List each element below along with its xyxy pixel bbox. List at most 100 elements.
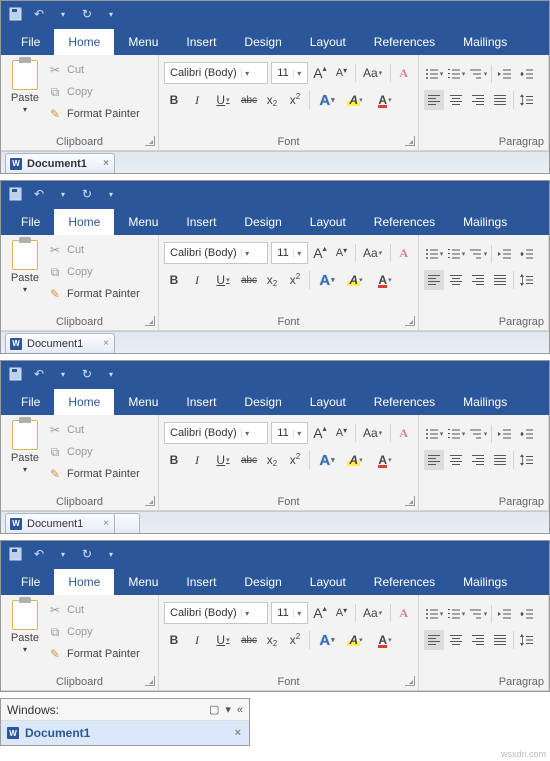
undo-dropdown-icon[interactable]: ▾ bbox=[55, 366, 71, 382]
align-left-button[interactable] bbox=[424, 630, 444, 650]
qat-customize-icon[interactable]: ▾ bbox=[103, 6, 119, 22]
copy-button[interactable]: ⧉Copy bbox=[46, 622, 142, 642]
qat-customize-icon[interactable]: ▾ bbox=[103, 366, 119, 382]
grow-font-button[interactable]: A▴ bbox=[311, 243, 330, 263]
close-icon[interactable]: × bbox=[103, 518, 109, 529]
redo-icon[interactable]: ↻ bbox=[79, 186, 95, 202]
line-spacing-button[interactable] bbox=[517, 270, 537, 290]
clear-formatting-button[interactable]: A bbox=[394, 423, 413, 443]
font-size-combo[interactable]: 11▾ bbox=[271, 602, 307, 624]
align-center-button[interactable] bbox=[446, 270, 466, 290]
clipboard-dialog-launcher[interactable] bbox=[145, 676, 155, 686]
font-name-combo[interactable]: Calibri (Body)▾ bbox=[164, 62, 268, 84]
shrink-font-button[interactable]: A▾ bbox=[332, 423, 351, 443]
font-color-button[interactable]: A▾ bbox=[372, 270, 398, 290]
windows-panel-item[interactable]: W Document1 × bbox=[1, 721, 249, 745]
strikethrough-button[interactable]: abc bbox=[239, 450, 259, 470]
subscript-button[interactable]: x2 bbox=[262, 270, 282, 290]
tab-references[interactable]: References bbox=[360, 569, 449, 595]
font-name-combo[interactable]: Calibri (Body)▾ bbox=[164, 242, 268, 264]
shrink-font-button[interactable]: A▾ bbox=[332, 603, 351, 623]
collapse-icon[interactable]: « bbox=[237, 704, 243, 716]
subscript-button[interactable]: x2 bbox=[262, 630, 282, 650]
font-dialog-launcher[interactable] bbox=[405, 496, 415, 506]
decrease-indent-button[interactable] bbox=[495, 424, 515, 444]
multilevel-list-button[interactable]: ▾ bbox=[468, 604, 488, 624]
undo-icon[interactable]: ↶ bbox=[31, 6, 47, 22]
align-right-button[interactable] bbox=[468, 270, 488, 290]
subscript-button[interactable]: x2 bbox=[262, 450, 282, 470]
align-right-button[interactable] bbox=[468, 630, 488, 650]
change-case-button[interactable]: Aa▾ bbox=[360, 603, 386, 623]
align-center-button[interactable] bbox=[446, 450, 466, 470]
numbering-button[interactable]: ▾ bbox=[446, 244, 466, 264]
tab-home[interactable]: Home bbox=[54, 389, 114, 415]
format-painter-button[interactable]: ✎Format Painter bbox=[46, 464, 142, 484]
tab-layout[interactable]: Layout bbox=[296, 569, 360, 595]
font-color-button[interactable]: A▾ bbox=[372, 450, 398, 470]
tab-insert[interactable]: Insert bbox=[172, 389, 230, 415]
font-dialog-launcher[interactable] bbox=[405, 316, 415, 326]
italic-button[interactable]: I bbox=[187, 630, 207, 650]
bold-button[interactable]: B bbox=[164, 90, 184, 110]
change-case-button[interactable]: Aa▾ bbox=[360, 423, 386, 443]
text-effects-button[interactable]: A▾ bbox=[314, 630, 340, 650]
tab-layout[interactable]: Layout bbox=[296, 389, 360, 415]
italic-button[interactable]: I bbox=[187, 270, 207, 290]
align-center-button[interactable] bbox=[446, 630, 466, 650]
superscript-button[interactable]: x2 bbox=[285, 90, 305, 110]
decrease-indent-button[interactable] bbox=[495, 244, 515, 264]
tab-file[interactable]: File bbox=[7, 209, 54, 235]
paste-button[interactable]: Paste ▾ bbox=[6, 58, 44, 132]
undo-dropdown-icon[interactable]: ▾ bbox=[55, 6, 71, 22]
undo-icon[interactable]: ↶ bbox=[31, 186, 47, 202]
bold-button[interactable]: B bbox=[164, 270, 184, 290]
new-window-icon[interactable]: ▢ bbox=[209, 703, 219, 716]
align-center-button[interactable] bbox=[446, 90, 466, 110]
paste-dropdown-icon[interactable]: ▾ bbox=[23, 105, 27, 114]
underline-button[interactable]: U▾ bbox=[210, 450, 236, 470]
decrease-indent-button[interactable] bbox=[495, 604, 515, 624]
align-right-button[interactable] bbox=[468, 90, 488, 110]
tab-mailings[interactable]: Mailings bbox=[449, 29, 521, 55]
italic-button[interactable]: I bbox=[187, 90, 207, 110]
increase-indent-button[interactable] bbox=[517, 244, 537, 264]
tab-home[interactable]: Home bbox=[54, 209, 114, 235]
save-icon[interactable] bbox=[7, 186, 23, 202]
justify-button[interactable] bbox=[490, 450, 510, 470]
font-dialog-launcher[interactable] bbox=[405, 676, 415, 686]
grow-font-button[interactable]: A▴ bbox=[311, 423, 330, 443]
numbering-button[interactable]: ▾ bbox=[446, 604, 466, 624]
format-painter-button[interactable]: ✎Format Painter bbox=[46, 104, 142, 124]
strikethrough-button[interactable]: abc bbox=[239, 270, 259, 290]
bullets-button[interactable]: ▾ bbox=[424, 604, 444, 624]
tab-menu[interactable]: Menu bbox=[114, 209, 172, 235]
bold-button[interactable]: B bbox=[164, 450, 184, 470]
highlight-button[interactable]: A▾ bbox=[343, 630, 369, 650]
tab-menu[interactable]: Menu bbox=[114, 569, 172, 595]
tab-file[interactable]: File bbox=[7, 389, 54, 415]
numbering-button[interactable]: ▾ bbox=[446, 64, 466, 84]
paste-button[interactable]: Paste ▾ bbox=[6, 598, 44, 672]
document-tab-blank[interactable] bbox=[114, 513, 140, 533]
tab-insert[interactable]: Insert bbox=[172, 29, 230, 55]
cut-button[interactable]: ✂Cut bbox=[46, 60, 142, 80]
cut-button[interactable]: ✂Cut bbox=[46, 420, 142, 440]
font-size-combo[interactable]: 11▾ bbox=[271, 422, 307, 444]
close-icon[interactable]: × bbox=[235, 727, 241, 739]
highlight-button[interactable]: A▾ bbox=[343, 90, 369, 110]
cut-button[interactable]: ✂Cut bbox=[46, 600, 142, 620]
clear-formatting-button[interactable]: A bbox=[394, 63, 413, 83]
paste-button[interactable]: Paste ▾ bbox=[6, 418, 44, 492]
font-color-button[interactable]: A▾ bbox=[372, 630, 398, 650]
chevron-down-icon[interactable]: ▾ bbox=[293, 69, 305, 78]
cut-button[interactable]: ✂Cut bbox=[46, 240, 142, 260]
chevron-down-icon[interactable]: ▾ bbox=[293, 429, 305, 438]
line-spacing-button[interactable] bbox=[517, 90, 537, 110]
copy-button[interactable]: ⧉Copy bbox=[46, 262, 142, 282]
tab-design[interactable]: Design bbox=[230, 209, 295, 235]
strikethrough-button[interactable]: abc bbox=[239, 630, 259, 650]
save-icon[interactable] bbox=[7, 6, 23, 22]
copy-button[interactable]: ⧉Copy bbox=[46, 82, 142, 102]
justify-button[interactable] bbox=[490, 270, 510, 290]
